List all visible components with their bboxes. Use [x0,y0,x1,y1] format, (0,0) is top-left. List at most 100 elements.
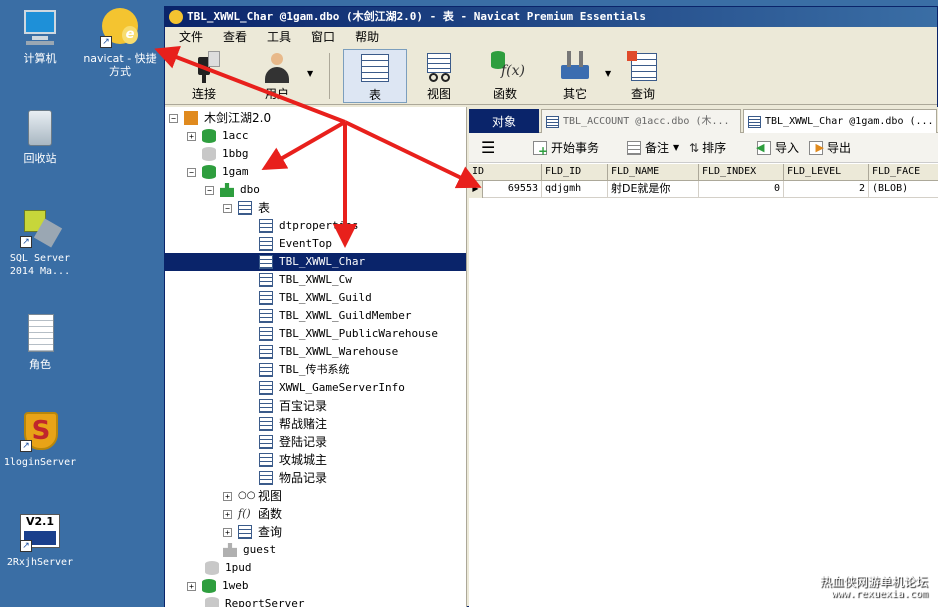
tree-functions-folder[interactable]: + f() 函数 [223,505,282,523]
collapse-icon[interactable]: − [205,185,214,195]
tree-db-1gam[interactable]: − 1gam [187,163,249,181]
table-row[interactable]: ▶ 69553 qdjgmh 射DE就是你 0 2 (BLOB) [469,181,938,198]
other-button[interactable]: 其它 [553,49,597,103]
menu-tools[interactable]: 工具 [257,27,301,47]
tree-table-item[interactable]: TBL_XWWL_Cw [259,271,352,289]
connect-button[interactable]: 连接 [183,49,225,103]
column-header-fld-face[interactable]: FLD_FACE [869,164,938,181]
expand-icon[interactable]: + [187,131,196,141]
tree-db-label: 1gam [222,165,249,178]
cell-fld-name[interactable]: 射DE就是你 [608,181,699,198]
collapse-icon[interactable]: − [169,113,178,123]
desktop-icon-recycle-bin[interactable]: 回收站 [0,108,80,165]
tree-connection[interactable]: − 木剑江湖2.0 [169,109,271,127]
menu-file[interactable]: 文件 [169,27,213,47]
export-button[interactable]: ▶ 导出 [809,139,851,157]
tree-table-label: TBL_XWWL_Cw [279,273,352,286]
cell-fld-face[interactable]: (BLOB) [869,181,938,198]
tree-table-item[interactable]: TBL_XWWL_GuildMember [259,307,411,325]
tree-functions-label: 函数 [258,507,283,521]
desktop-icon-computer[interactable]: 计算机 [0,8,80,65]
tree-queries-folder[interactable]: + 查询 [223,523,282,541]
desktop-icon-sql-server[interactable]: ↗ SQL Server 2014 Ma... [0,208,80,278]
login-server-shield-icon: S ↗ [20,412,60,452]
cell-fld-index[interactable]: 0 [699,181,784,198]
tree-db-1bbg[interactable]: 1bbg [202,145,249,163]
tree-table-item[interactable]: TBL_传书系统 [259,361,350,379]
collapse-icon[interactable]: − [223,203,232,213]
column-header-id[interactable]: ID [469,164,542,181]
tab-tbl-account[interactable]: TBL_ACCOUNT @1acc.dbo (木... [541,109,741,133]
cell-id[interactable]: 69553 [483,181,542,198]
table-button[interactable]: 表 [343,49,407,103]
object-tree[interactable]: − 木剑江湖2.0 + 1acc 1bbg − 1gam − dbo − 表 d… [165,107,467,607]
expand-icon[interactable]: + [223,491,232,501]
query-button[interactable]: 查询 [621,49,665,103]
menu-view[interactable]: 查看 [213,27,257,47]
tree-table-item[interactable]: TBL_XWWL_Guild [259,289,372,307]
tree-table-item[interactable]: TBL_XWWL_PublicWarehouse [259,325,438,343]
tab-tbl-xwwl-char[interactable]: TBL_XWWL_Char @1gam.dbo (... [743,109,937,133]
tree-table-item[interactable]: dtproperties [259,217,358,235]
tree-table-item[interactable]: EventTop [259,235,332,253]
column-header-fld-level[interactable]: FLD_LEVEL [784,164,869,181]
tree-db-label: 1web [222,579,249,592]
hamburger-menu-button[interactable]: ☰ [481,139,495,157]
navicat-app-icon [169,10,183,24]
desktop-icon-rxjh-server[interactable]: V2.1 ↗ 2RxjhServer [0,512,80,569]
database-closed-icon [202,147,216,161]
cell-fld-id[interactable]: qdjgmh [542,181,608,198]
tree-db-1pud[interactable]: 1pud [205,559,252,577]
view-button[interactable]: 视图 [417,49,461,103]
expand-icon[interactable]: + [223,527,232,537]
tree-tables-folder[interactable]: − 表 [223,199,270,217]
user-button[interactable]: 用户 [255,49,299,103]
tree-table-item[interactable]: XWWL_GameServerInfo [259,379,405,397]
tree-schema-dbo[interactable]: − dbo [205,181,260,199]
table-icon [259,399,273,413]
desktop-icon-label: 1loginServer [3,457,77,468]
table-icon [259,435,273,449]
column-header-fld-index[interactable]: FLD_INDEX [699,164,784,181]
column-header-fld-id[interactable]: FLD_ID [542,164,608,181]
desktop-icon-navicat[interactable]: e ↗ navicat - 快捷方式 [80,8,160,78]
function-button[interactable]: f(x) 函数 [481,49,529,103]
sort-button[interactable]: ⇅ 排序 [689,139,726,157]
desktop-icon-login-server[interactable]: S ↗ 1loginServer [0,412,80,469]
window-titlebar[interactable]: TBL_XWWL_Char @1gam.dbo (木剑江湖2.0) - 表 - … [165,7,937,27]
tree-db-1web[interactable]: + 1web [187,577,249,595]
tree-table-label: dtproperties [279,219,359,232]
tree-table-item[interactable]: 登陆记录 [259,433,327,451]
menu-window[interactable]: 窗口 [301,27,345,47]
data-grid[interactable]: ID FLD_ID FLD_NAME FLD_INDEX FLD_LEVEL F… [469,164,938,198]
desktop-icon-role[interactable]: 角色 [0,314,80,371]
tab-objects[interactable]: 对象 [469,109,539,133]
tree-table-item[interactable]: 帮战赌注 [259,415,327,433]
view-icon [423,51,455,83]
tree-db-reportserver[interactable]: ReportServer [205,595,304,607]
user-dropdown-arrow-icon[interactable]: ▼ [307,69,313,78]
expand-icon[interactable]: + [187,581,196,591]
tree-db-1acc[interactable]: + 1acc [187,127,249,145]
tree-table-item[interactable]: 攻城城主 [259,451,327,469]
tree-schema-guest[interactable]: guest [223,541,276,559]
table-icon [259,345,273,359]
tree-table-item[interactable]: TBL_XWWL_Warehouse [259,343,398,361]
memo-dropdown-arrow-icon[interactable]: ▼ [673,139,679,157]
expand-icon[interactable]: + [223,509,232,519]
import-button[interactable]: ◀ 导入 [756,139,799,157]
tree-views-folder[interactable]: + ○○ 视图 [223,487,282,505]
column-header-fld-name[interactable]: FLD_NAME [608,164,699,181]
table-icon [259,453,273,467]
other-dropdown-arrow-icon[interactable]: ▼ [605,69,611,78]
begin-transaction-button[interactable]: + 开始事务 [533,139,599,157]
cell-fld-level[interactable]: 2 [784,181,869,198]
menu-help[interactable]: 帮助 [345,27,389,47]
tree-table-label: TBL_XWWL_Char [279,255,366,268]
function-icon: f(x) [489,51,525,83]
tree-table-item[interactable]: 物品记录 [259,469,327,487]
tree-table-item-selected[interactable]: TBL_XWWL_Char [165,253,466,271]
collapse-icon[interactable]: − [187,167,196,177]
tree-table-item[interactable]: 百宝记录 [259,397,327,415]
memo-button[interactable]: 备注 ▼ [627,139,679,157]
